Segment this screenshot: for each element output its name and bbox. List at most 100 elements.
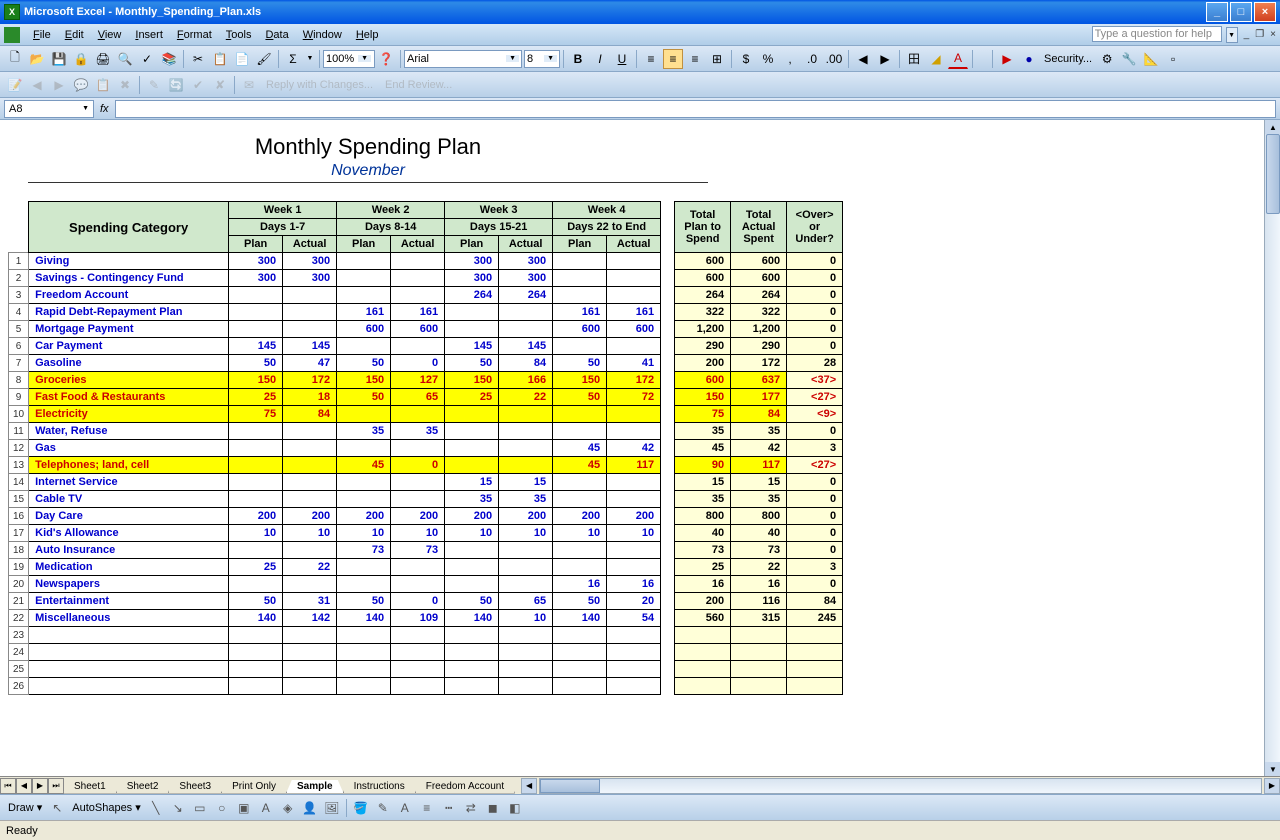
category-cell[interactable]: Water, Refuse <box>29 423 229 440</box>
plan-cell[interactable]: 140 <box>337 610 391 627</box>
plan-cell[interactable] <box>445 627 499 644</box>
plan-cell[interactable] <box>337 406 391 423</box>
plan-cell[interactable] <box>553 559 607 576</box>
actual-cell[interactable] <box>283 644 337 661</box>
actual-cell[interactable] <box>283 440 337 457</box>
total-actual-cell[interactable]: 600 <box>731 270 787 287</box>
actual-cell[interactable]: 300 <box>283 253 337 270</box>
help-button[interactable]: ❓ <box>376 49 396 69</box>
total-plan-cell[interactable]: 45 <box>675 440 731 457</box>
decrease-decimal-button[interactable]: .00 <box>824 49 844 69</box>
plan-cell[interactable]: 35 <box>445 491 499 508</box>
total-actual-cell[interactable] <box>731 644 787 661</box>
actual-cell[interactable]: 142 <box>283 610 337 627</box>
new-button[interactable]: 🗋 <box>5 49 25 69</box>
sheet-tab-print-only[interactable]: Print Only <box>221 780 287 794</box>
actual-cell[interactable]: 18 <box>283 389 337 406</box>
actual-cell[interactable] <box>499 304 553 321</box>
total-actual-cell[interactable]: 117 <box>731 457 787 474</box>
over-under-cell[interactable] <box>787 678 843 695</box>
actual-cell[interactable] <box>283 576 337 593</box>
font-color-draw-button[interactable]: A <box>395 798 415 818</box>
tab-first-button[interactable]: ⏮ <box>0 778 16 794</box>
formula-input[interactable] <box>115 100 1276 118</box>
design-mode-button[interactable]: 📐 <box>1141 49 1161 69</box>
actual-cell[interactable]: 200 <box>391 508 445 525</box>
actual-cell[interactable] <box>283 304 337 321</box>
font-size-combo[interactable]: 8▼ <box>524 50 560 68</box>
plan-cell[interactable]: 10 <box>445 525 499 542</box>
plan-cell[interactable] <box>229 576 283 593</box>
total-actual-cell[interactable]: 637 <box>731 372 787 389</box>
category-cell[interactable]: Groceries <box>29 372 229 389</box>
hscroll-thumb[interactable] <box>540 779 600 793</box>
actual-cell[interactable] <box>499 644 553 661</box>
over-under-cell[interactable]: 0 <box>787 525 843 542</box>
category-cell[interactable] <box>29 661 229 678</box>
plan-cell[interactable] <box>445 457 499 474</box>
category-cell[interactable]: Kid's Allowance <box>29 525 229 542</box>
actual-cell[interactable] <box>607 644 661 661</box>
plan-cell[interactable]: 10 <box>337 525 391 542</box>
plan-cell[interactable] <box>337 559 391 576</box>
plan-cell[interactable] <box>445 440 499 457</box>
cut-button[interactable]: ✂ <box>188 49 208 69</box>
over-under-cell[interactable]: 0 <box>787 321 843 338</box>
plan-cell[interactable]: 600 <box>337 321 391 338</box>
plan-cell[interactable]: 50 <box>445 593 499 610</box>
category-cell[interactable]: Entertainment <box>29 593 229 610</box>
actual-cell[interactable]: 145 <box>283 338 337 355</box>
actual-cell[interactable]: 35 <box>499 491 553 508</box>
actual-cell[interactable]: 10 <box>499 610 553 627</box>
actual-cell[interactable] <box>391 253 445 270</box>
plan-cell[interactable]: 150 <box>553 372 607 389</box>
actual-cell[interactable]: 47 <box>283 355 337 372</box>
actual-cell[interactable]: 600 <box>391 321 445 338</box>
over-under-cell[interactable] <box>787 661 843 678</box>
actual-cell[interactable]: 172 <box>607 372 661 389</box>
category-cell[interactable]: Giving <box>29 253 229 270</box>
plan-cell[interactable]: 150 <box>337 372 391 389</box>
category-cell[interactable]: Gasoline <box>29 355 229 372</box>
category-cell[interactable]: Car Payment <box>29 338 229 355</box>
total-actual-cell[interactable]: 1,200 <box>731 321 787 338</box>
plan-cell[interactable] <box>337 287 391 304</box>
plan-cell[interactable] <box>445 644 499 661</box>
actual-cell[interactable]: 300 <box>283 270 337 287</box>
plan-cell[interactable]: 150 <box>445 372 499 389</box>
total-actual-cell[interactable]: 35 <box>731 491 787 508</box>
actual-cell[interactable] <box>391 474 445 491</box>
sheet-tab-sample[interactable]: Sample <box>286 780 344 794</box>
over-under-cell[interactable]: 0 <box>787 338 843 355</box>
total-plan-cell[interactable]: 290 <box>675 338 731 355</box>
category-cell[interactable]: Savings - Contingency Fund <box>29 270 229 287</box>
copy-button[interactable]: 📋 <box>210 49 230 69</box>
oval-button[interactable]: ○ <box>212 798 232 818</box>
category-cell[interactable]: Miscellaneous <box>29 610 229 627</box>
more-button[interactable]: ▫ <box>1163 49 1183 69</box>
actual-cell[interactable] <box>391 287 445 304</box>
macro-record-button[interactable]: ● <box>1019 49 1039 69</box>
total-plan-cell[interactable]: 73 <box>675 542 731 559</box>
actual-cell[interactable]: 65 <box>391 389 445 406</box>
comma-button[interactable]: , <box>780 49 800 69</box>
sheet-tab-instructions[interactable]: Instructions <box>343 780 416 794</box>
plan-cell[interactable]: 45 <box>553 457 607 474</box>
autosum-button[interactable]: Σ <box>283 49 303 69</box>
plan-cell[interactable] <box>337 338 391 355</box>
paste-button[interactable]: 📄 <box>232 49 252 69</box>
plan-cell[interactable] <box>445 406 499 423</box>
actual-cell[interactable]: 117 <box>607 457 661 474</box>
plan-cell[interactable]: 10 <box>553 525 607 542</box>
actual-cell[interactable] <box>391 661 445 678</box>
macro-play-button[interactable]: ▶ <box>997 49 1017 69</box>
plan-cell[interactable]: 150 <box>229 372 283 389</box>
actual-cell[interactable]: 84 <box>499 355 553 372</box>
actual-cell[interactable]: 20 <box>607 593 661 610</box>
actual-cell[interactable] <box>607 627 661 644</box>
help-input[interactable] <box>1092 26 1222 42</box>
plan-cell[interactable]: 50 <box>229 593 283 610</box>
plan-cell[interactable]: 264 <box>445 287 499 304</box>
category-cell[interactable]: Newspapers <box>29 576 229 593</box>
clipart-button[interactable]: 👤 <box>300 798 320 818</box>
